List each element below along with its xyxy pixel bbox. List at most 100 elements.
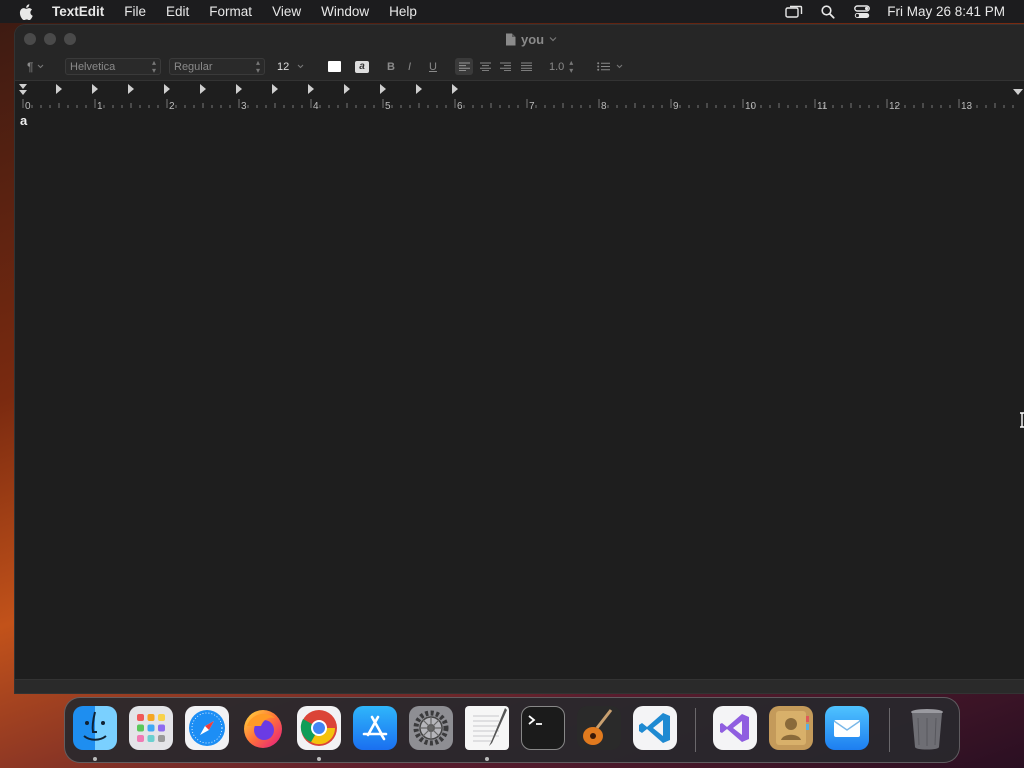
tab-stop-marker[interactable] [164,84,170,94]
dock-mail[interactable] [825,706,869,750]
menubar-clock[interactable]: Fri May 26 8:41 PM [879,4,1024,19]
control-center-icon[interactable] [845,4,879,19]
title-bar[interactable]: you [15,25,1024,53]
mouse-cursor-icon [1020,412,1024,428]
align-left-button[interactable] [455,58,473,75]
dock-visual-studio[interactable] [713,706,757,750]
running-indicator-textedit [485,757,489,761]
apple-icon [19,3,33,20]
ruler-number: 5 [385,101,391,112]
close-button[interactable] [24,33,36,45]
align-right-button[interactable] [497,58,513,75]
ruler-number: 6 [457,101,463,112]
ruler-number: 1 [97,101,103,112]
dock-separator [889,708,890,752]
chevron-down-icon [616,64,623,69]
list-bullets-popup[interactable] [597,58,627,75]
font-size-value: 12 [277,60,290,73]
dock-trash[interactable] [905,706,949,750]
updown-arrows-icon: ▴ ▾ [569,57,574,75]
underline-button[interactable]: U [429,58,441,75]
ruler-number: 4 [313,101,319,112]
app-menu-textedit[interactable]: TextEdit [52,0,114,23]
app-store-icon [362,715,388,741]
document-text: a [20,113,28,128]
window-title[interactable]: you [505,30,557,48]
right-margin-marker[interactable] [1013,89,1023,95]
tab-stop-marker[interactable] [272,84,278,94]
ruler[interactable]: 0 1 2 3 4 5 6 7 8 9 10 11 12 13 [15,80,1024,114]
zoom-button[interactable] [64,33,76,45]
menu-help[interactable]: Help [379,0,427,23]
tab-stop-marker[interactable] [236,84,242,94]
ruler-number: 10 [745,101,757,112]
tab-stop-marker[interactable] [308,84,314,94]
tab-stop-marker[interactable] [56,84,62,94]
apple-menu[interactable] [0,3,52,20]
align-center-button[interactable] [477,58,493,75]
menu-format[interactable]: Format [199,0,262,23]
firefox-icon [244,710,282,748]
minimize-button[interactable] [44,33,56,45]
spotlight-search-icon[interactable] [811,4,845,19]
dock-contacts[interactable] [769,706,813,750]
dock-firefox[interactable] [241,706,285,750]
menu-view[interactable]: View [262,0,311,23]
ruler-number: 2 [169,101,175,112]
menu-edit[interactable]: Edit [156,0,199,23]
tab-stop-marker[interactable] [380,84,386,94]
line-spacing-value: 1.0 [549,60,565,73]
italic-button[interactable]: I [408,58,420,75]
ruler-number: 0 [25,101,31,112]
trash-icon [911,709,943,750]
paragraph-icon: ¶ [27,59,34,74]
highlight-color-well[interactable]: a [355,58,371,75]
dock-garageband[interactable] [577,706,621,750]
indent-marker[interactable] [19,84,27,95]
ruler-scale[interactable]: 0 1 2 3 4 5 6 7 8 9 10 11 12 13 [15,81,1024,113]
dock-textedit[interactable] [465,706,509,750]
contacts-book-icon [776,711,809,745]
dock-finder[interactable] [73,706,117,750]
ruler-number: 12 [889,101,901,112]
finder-icon [83,711,107,741]
font-style-popup[interactable]: Regular ▴ ▾ [169,58,265,75]
dock-safari[interactable] [185,706,229,750]
menu-file[interactable]: File [114,0,156,23]
dock-launchpad[interactable] [129,706,173,750]
menu-window[interactable]: Window [311,0,379,23]
chrome-icon [300,710,337,746]
menu-bar: TextEdit File Edit Format View Window He… [0,0,1024,23]
ruler-number: 7 [529,101,535,112]
updown-arrows-icon: ▴ ▾ [255,57,260,75]
screen-mirroring-icon[interactable] [777,5,811,19]
font-family-value: Helvetica [70,60,116,73]
document-text-area[interactable]: a [15,112,1024,680]
tab-stop-marker[interactable] [344,84,350,94]
line-spacing-popup[interactable]: 1.0 ▴ ▾ [549,58,583,75]
ruler-number: 8 [601,101,607,112]
bold-button[interactable]: B [387,58,399,75]
tab-stop-marker[interactable] [92,84,98,94]
vscode-icon [639,713,670,743]
running-indicator-chrome [317,757,321,761]
ruler-number: 9 [673,101,679,112]
dock-system-preferences[interactable] [409,706,453,750]
justify-button[interactable] [518,58,534,75]
textedit-window: you ¶ Helvetica ▴ ▾ Regular ▴ ▾ 12 a B I U [15,25,1024,693]
tab-stop-marker[interactable] [452,84,458,94]
tab-stop-marker[interactable] [128,84,134,94]
dock-terminal[interactable] [521,706,565,750]
tab-stop-marker[interactable] [200,84,206,94]
font-family-popup[interactable]: Helvetica ▴ ▾ [65,58,161,75]
dock-separator [695,708,696,752]
dock-chrome[interactable] [297,706,341,750]
dock-vscode[interactable] [633,706,677,750]
horizontal-scrollbar[interactable] [15,679,1024,693]
dock-app-store[interactable] [353,706,397,750]
font-size-combo[interactable]: 12 [277,58,315,75]
paragraph-styles-button[interactable]: ¶ [27,58,53,75]
tab-stop-marker[interactable] [416,84,422,94]
text-color-well[interactable] [328,58,343,75]
list-bullets-icon [597,62,610,71]
